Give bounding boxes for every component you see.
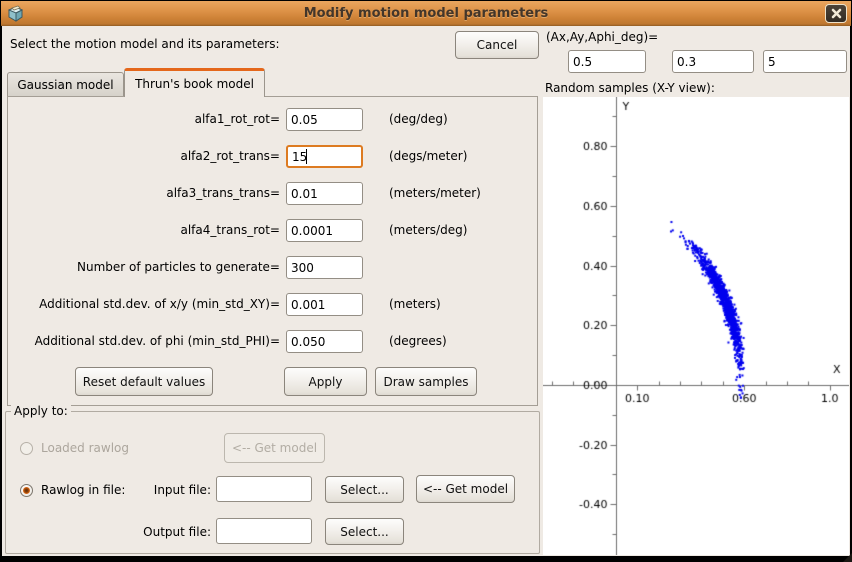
select-output-file-button[interactable]: Select... <box>325 518 404 545</box>
output-file-field[interactable] <box>216 518 312 544</box>
tab-label: Thrun's book model <box>135 77 254 91</box>
output-file-label: Output file: <box>136 525 211 539</box>
tab-gaussian-model[interactable]: Gaussian model <box>7 72 124 96</box>
resize-grip-icon[interactable] <box>843 553 852 562</box>
rawlog-in-file-radio[interactable] <box>20 484 33 497</box>
cancel-button[interactable]: Cancel <box>455 31 539 59</box>
dialog-body: Select the motion model and its paramete… <box>2 26 850 556</box>
param-unit: (deg/deg) <box>389 112 448 126</box>
param-label: Number of particles to generate= <box>8 260 280 274</box>
select-input-file-button[interactable]: Select... <box>325 476 404 503</box>
loaded-rawlog-radio[interactable] <box>20 442 33 455</box>
close-icon <box>831 8 842 19</box>
window-title: Modify motion model parameters <box>1 6 851 21</box>
tab-label: Gaussian model <box>17 78 113 92</box>
param-label: alfa2_rot_trans= <box>8 149 280 163</box>
input-file-field[interactable] <box>216 476 312 502</box>
rawlog-in-file-label: Rawlog in file: <box>41 483 125 497</box>
plot-title: Random samples (X-Y view): <box>545 81 715 95</box>
tab-thrun-book-model[interactable]: Thrun's book model <box>124 68 265 97</box>
param-label: alfa4_trans_rot= <box>8 223 280 237</box>
text-caret <box>306 149 307 164</box>
param-label: Additional std.dev. of x/y (min_std_XY)= <box>8 297 280 311</box>
param-unit: (degs/meter) <box>389 149 467 163</box>
alfa4-input[interactable] <box>286 219 363 242</box>
num-particles-input[interactable] <box>286 256 363 279</box>
input-file-label: Input file: <box>151 483 211 497</box>
parameters-panel: alfa1_rot_rot= (deg/deg) alfa2_rot_trans… <box>7 96 538 406</box>
title-bar[interactable]: Modify motion model parameters <box>1 1 851 26</box>
min-std-phi-input[interactable] <box>286 330 363 353</box>
axy-label: (Ax,Ay,Aphi_deg)= <box>546 30 658 44</box>
alfa3-input[interactable] <box>286 182 363 205</box>
samples-scatter-canvas <box>543 97 849 555</box>
ax-input[interactable] <box>568 50 646 73</box>
close-button[interactable] <box>825 4 847 23</box>
param-unit: (degrees) <box>389 334 447 348</box>
draw-samples-button[interactable]: Draw samples <box>375 367 477 396</box>
alfa1-input[interactable] <box>286 108 363 131</box>
param-unit: (meters/meter) <box>389 186 481 200</box>
get-model-button[interactable]: <-- Get model <box>416 475 515 503</box>
apply-to-group: Apply to: Loaded rawlog <-- Get model Ra… <box>5 411 540 554</box>
min-std-xy-input[interactable] <box>286 293 363 316</box>
instruction-label: Select the motion model and its paramete… <box>10 37 280 51</box>
param-unit: (meters) <box>389 297 441 311</box>
param-label: Additional std.dev. of phi (min_std_PHI)… <box>8 334 280 348</box>
apply-to-title: Apply to: <box>11 404 71 418</box>
dialog-window: Modify motion model parameters Select th… <box>0 0 852 562</box>
reset-defaults-button[interactable]: Reset default values <box>75 367 213 396</box>
aphi-input[interactable] <box>763 50 847 73</box>
loaded-rawlog-label: Loaded rawlog <box>41 441 129 455</box>
param-label: alfa3_trans_trans= <box>8 186 280 200</box>
param-unit: (meters/deg) <box>389 223 467 237</box>
apply-button[interactable]: Apply <box>284 367 367 396</box>
alfa2-input[interactable] <box>286 145 363 168</box>
param-label: alfa1_rot_rot= <box>8 112 280 126</box>
get-model-disabled-button: <-- Get model <box>224 433 325 463</box>
ay-input[interactable] <box>672 50 754 73</box>
